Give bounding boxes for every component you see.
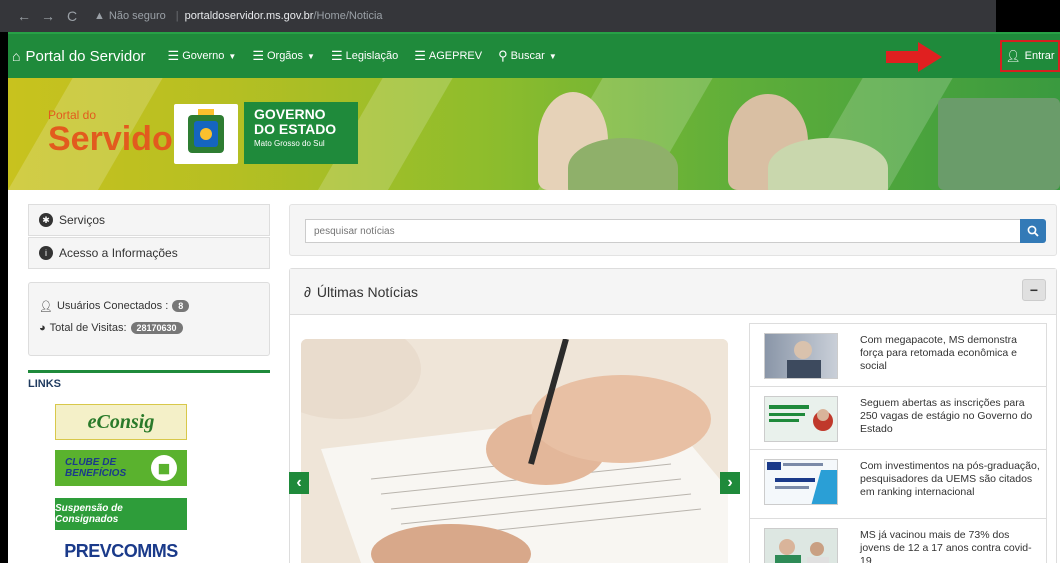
screen-edge	[0, 32, 8, 563]
url-host: portaldoservidor.ms.gov.br	[184, 10, 314, 22]
user-icon: 👤︎	[1005, 49, 1021, 63]
news-search-bar	[289, 204, 1057, 256]
globe-icon: ◕	[39, 322, 46, 334]
total-visits-row: ◕ Total de Visitas: 28170630	[39, 317, 259, 339]
caret-down-icon: ▼	[228, 51, 237, 61]
total-visits-label: Total de Visitas:	[49, 322, 127, 334]
brand-label: Portal do Servidor	[25, 47, 146, 65]
collapse-button[interactable]: −	[1022, 279, 1046, 301]
list-icon: ☰	[252, 48, 264, 63]
link-icon: ∂	[304, 283, 311, 300]
news-item[interactable]: Seguem abertas as inscrições para 250 va…	[749, 386, 1047, 450]
security-label: Não seguro	[108, 10, 166, 22]
government-logo: GOVERNO DO ESTADO Mato Grosso do Sul	[244, 102, 358, 164]
sidebar-item-servicos[interactable]: ✱ Serviços	[28, 204, 270, 236]
news-panel-header: ∂ Últimas Notícias −	[290, 269, 1056, 315]
login-button[interactable]: 👤︎ Entrar	[1000, 40, 1060, 72]
nav-buscar[interactable]: ⚲ Buscar ▼	[498, 48, 557, 64]
news-item-title: Seguem abertas as inscrições para 250 va…	[860, 397, 1033, 435]
link-label: Suspensão de Consignados	[55, 503, 123, 525]
news-carousel-image[interactable]	[301, 339, 728, 563]
gov-line1: GOVERNO	[254, 106, 326, 122]
list-icon: ☰	[414, 48, 426, 63]
exam-photo-image	[301, 339, 728, 563]
news-thumbnail-image	[764, 396, 838, 442]
search-icon	[1027, 225, 1039, 237]
list-icon: ☰	[330, 48, 343, 63]
sidebar-item-acesso[interactable]: i Acesso a Informações	[28, 237, 270, 269]
link-label: PREVCOMMS	[64, 540, 178, 561]
link-prevcomms[interactable]: PREVCOMMS	[55, 540, 187, 562]
news-thumbnail-image	[764, 528, 838, 563]
users-connected-row: 👤︎ Usuários Conectados : 8	[39, 295, 259, 317]
state-crest-icon	[174, 104, 238, 164]
sidebar-item-label: Serviços	[59, 213, 106, 227]
search-button[interactable]	[1020, 219, 1046, 243]
header-banner: Portal do Servidor GOVERNO DO ESTADO Mat…	[8, 78, 1060, 190]
red-arrow-annotation	[886, 42, 942, 72]
links-title: LINKS	[28, 378, 61, 390]
warning-icon: ▲	[94, 10, 105, 22]
stats-panel: 👤︎ Usuários Conectados : 8 ◕ Total de Vi…	[28, 282, 270, 356]
link-econsig[interactable]: eConsig	[55, 404, 187, 440]
nav-label: AGEPREV	[428, 50, 483, 62]
link-label: CLUBE DE BENEFÍCIOS	[65, 457, 127, 479]
news-item[interactable]: Com investimentos na pós-graduação, pesq…	[749, 449, 1047, 519]
user-icon: 👤︎	[39, 300, 53, 313]
banner-person-image	[938, 98, 1060, 190]
link-label: eConsig	[87, 410, 155, 433]
search-icon: ⚲	[498, 48, 508, 63]
nav-ageprev[interactable]: ☰ AGEPREV	[414, 48, 482, 64]
url-path: /Home/Noticia	[313, 10, 383, 22]
portal-logo-big: Servidor	[48, 120, 186, 158]
login-label: Entrar	[1024, 50, 1055, 62]
news-item[interactable]: MS já vacinou mais de 73% dos jovens de …	[749, 518, 1047, 563]
clube-logo-icon: ◼	[151, 455, 177, 481]
link-clube-beneficios[interactable]: CLUBE DE BENEFÍCIOS ◼	[55, 450, 187, 486]
brand-link[interactable]: ⌂ Portal do Servidor	[12, 48, 146, 65]
gear-icon: ✱	[39, 213, 53, 227]
banner-person-image	[768, 138, 888, 190]
link-suspensao-consignados[interactable]: Suspensão de Consignados	[55, 498, 187, 530]
links-divider	[28, 370, 270, 373]
nav-label: Governo	[182, 50, 225, 62]
address-separator: |	[175, 10, 179, 22]
news-panel-title: Últimas Notícias	[316, 283, 419, 300]
browser-toolbar: ← → C ▲ Não seguro | portaldoservidor.ms…	[0, 0, 1060, 32]
news-thumbnail-image	[764, 333, 838, 379]
nav-label: Orgãos	[266, 50, 304, 62]
home-icon: ⌂	[12, 48, 21, 64]
carousel-next-button[interactable]: ›	[720, 472, 740, 494]
nav-governo[interactable]: ☰ Governo ▼	[168, 48, 237, 64]
address-bar[interactable]: ▲ Não seguro | portaldoservidor.ms.gov.b…	[94, 10, 383, 22]
info-icon: i	[39, 246, 53, 260]
forward-icon[interactable]: →	[38, 8, 58, 24]
nav-orgaos[interactable]: ☰ Orgãos ▼	[252, 48, 315, 64]
news-item[interactable]: Com megapacote, MS demonstra força para …	[749, 323, 1047, 387]
news-thumbnail-image	[764, 459, 838, 505]
gov-line2: DO ESTADO	[254, 121, 337, 137]
news-item-title: Com megapacote, MS demonstra força para …	[860, 334, 1018, 372]
banner-person-image	[568, 138, 678, 190]
main-navbar: ⌂ Portal do Servidor ☰ Governo ▼ ☰ Orgão…	[8, 32, 1060, 78]
reload-icon[interactable]: C	[62, 8, 82, 24]
news-item-title: Com investimentos na pós-graduação, pesq…	[860, 460, 1040, 498]
sidebar-item-label: Acesso a Informações	[59, 246, 178, 260]
back-icon[interactable]: ←	[14, 8, 34, 24]
users-connected-badge: 8	[172, 300, 190, 312]
total-visits-badge: 28170630	[130, 322, 183, 334]
nav-label: Buscar	[510, 50, 545, 62]
carousel-prev-button[interactable]: ‹	[289, 472, 309, 494]
users-connected-label: Usuários Conectados :	[56, 300, 169, 312]
nav-label: Legislação	[345, 50, 399, 62]
caret-down-icon: ▼	[548, 51, 557, 61]
news-item-title: MS já vacinou mais de 73% dos jovens de …	[860, 529, 1032, 563]
gov-line3: Mato Grosso do Sul	[254, 139, 325, 148]
list-icon: ☰	[167, 48, 180, 63]
news-search-input[interactable]	[305, 219, 1021, 243]
nav-legislacao[interactable]: ☰ Legislação	[331, 48, 398, 64]
browser-dark-area	[996, 0, 1060, 32]
caret-down-icon: ▼	[307, 51, 315, 61]
